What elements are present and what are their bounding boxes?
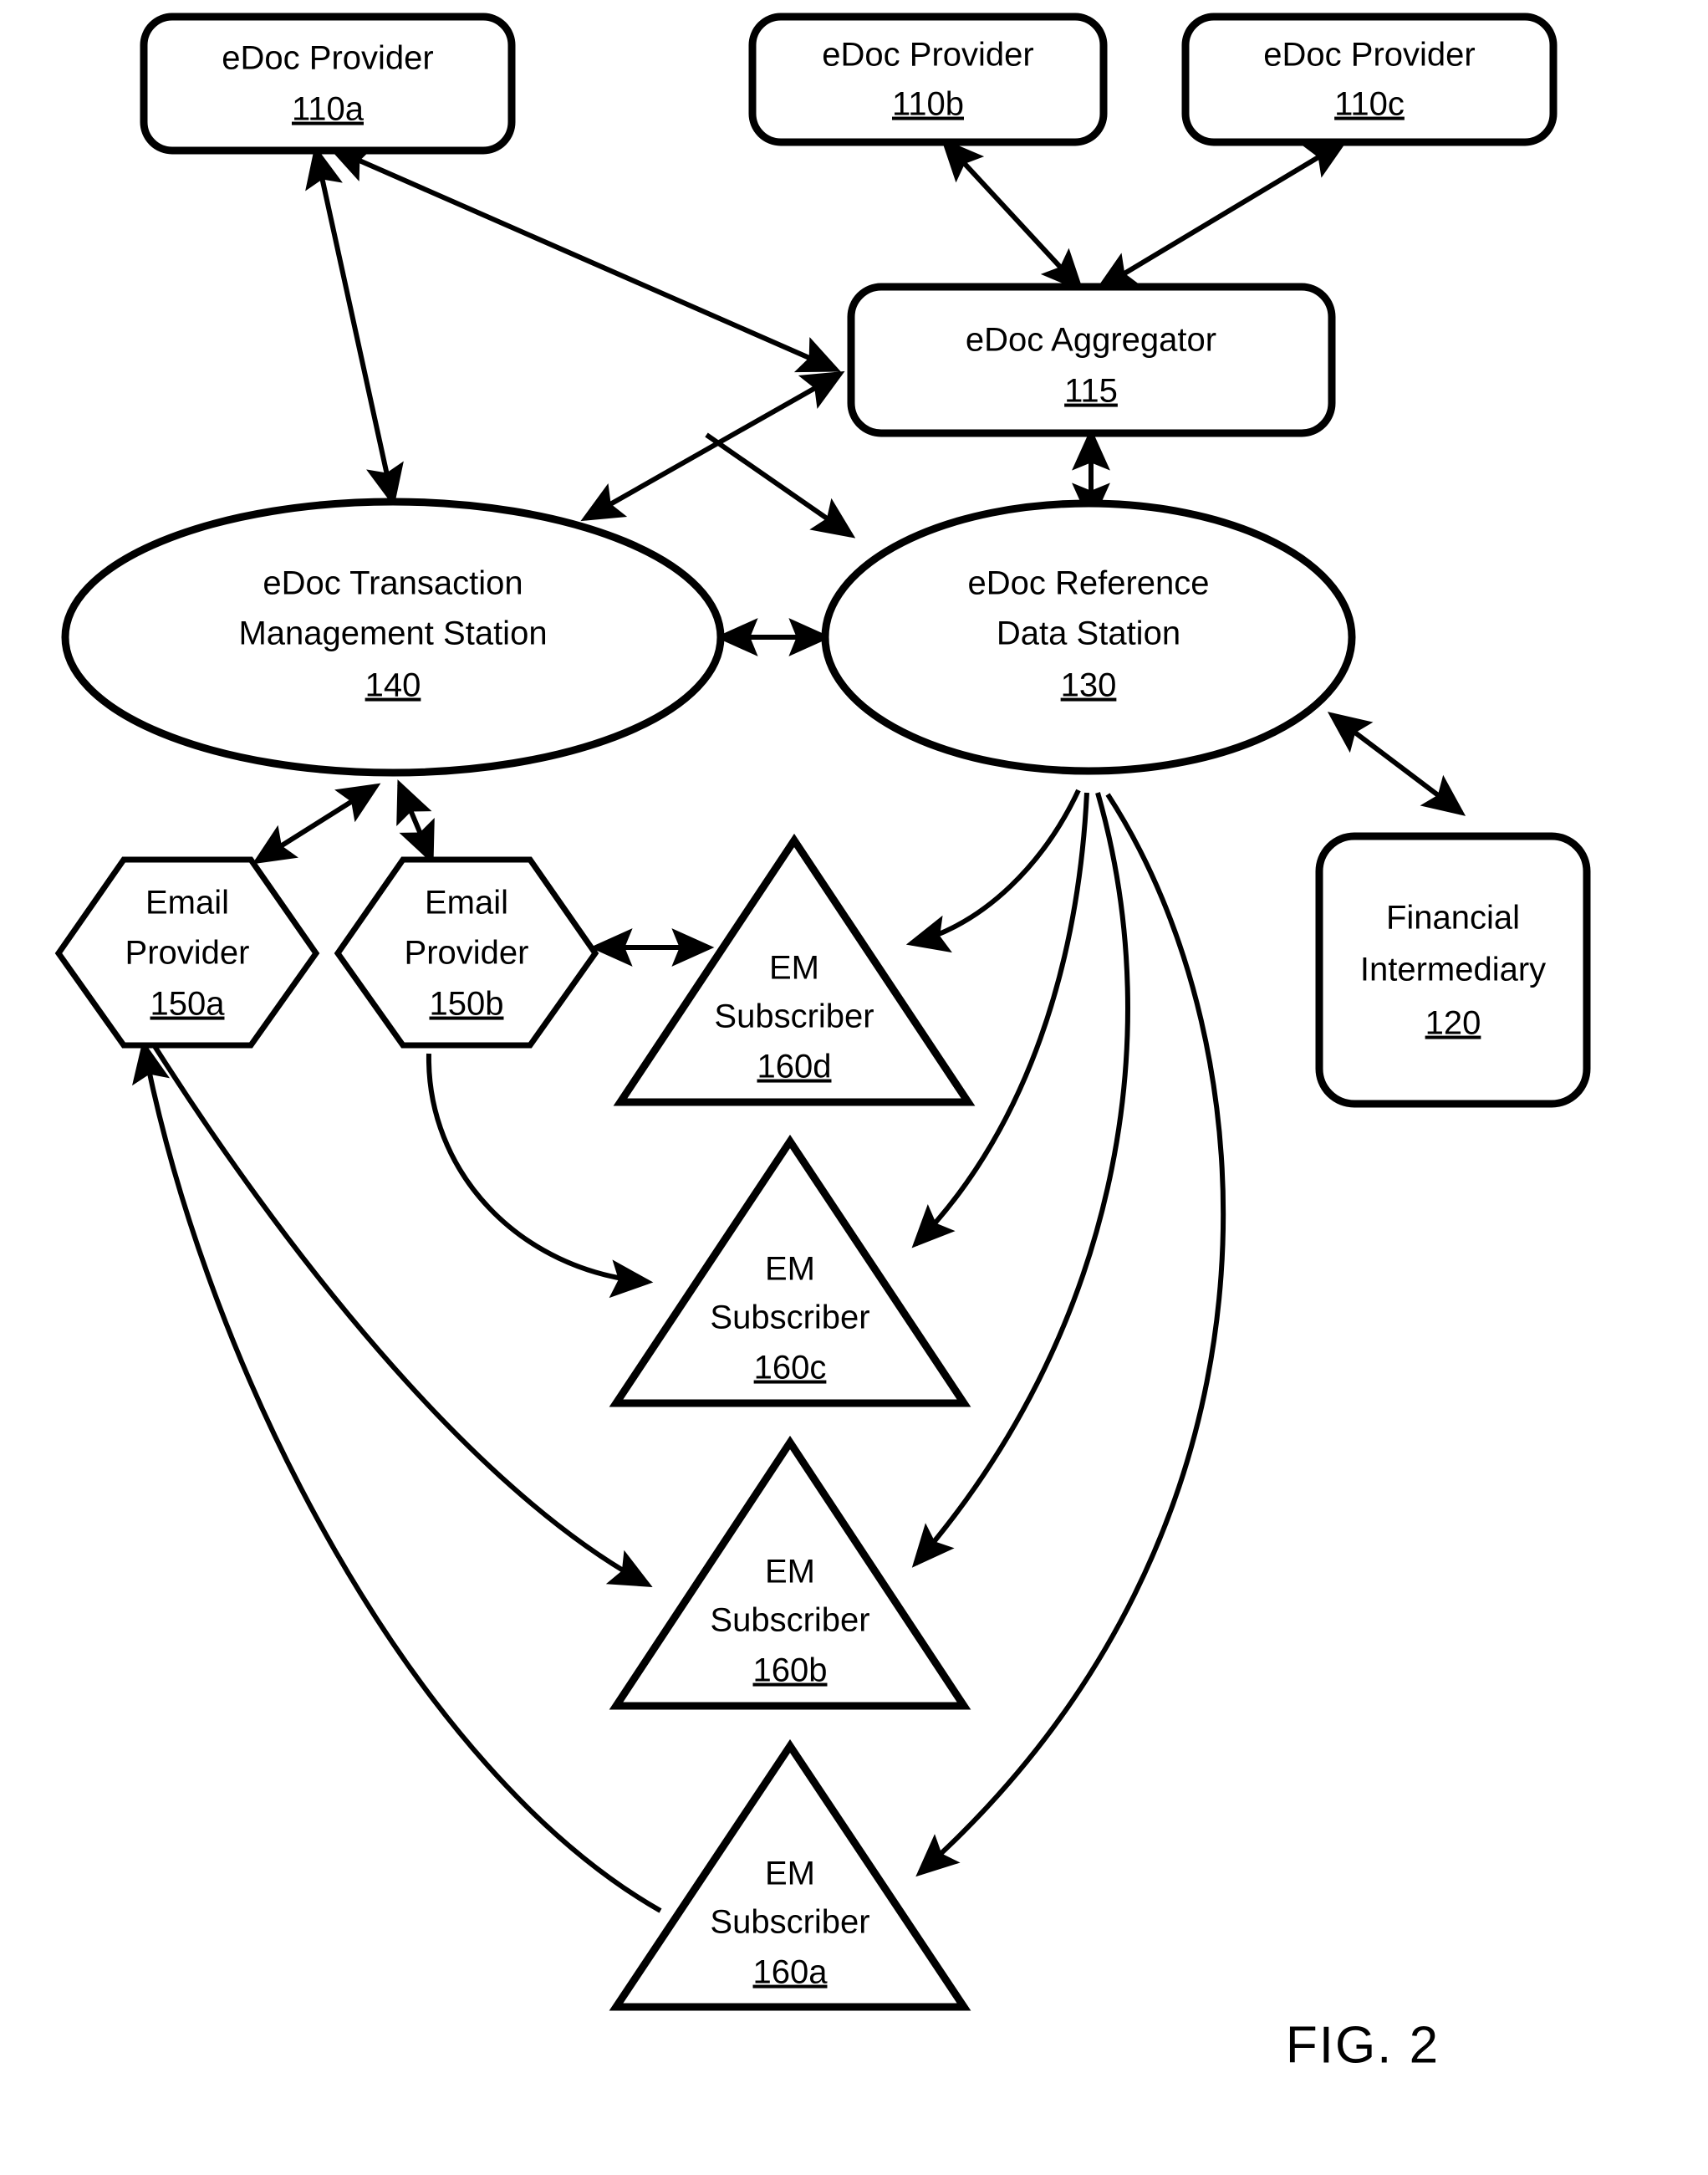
connection-aggregator-transaction-station	[580, 370, 845, 522]
subscriber-b-ref: 160b	[753, 1652, 828, 1689]
email-provider-b-ref: 150b	[430, 986, 504, 1023]
aggregator-box	[847, 283, 1336, 437]
provider-c-ref: 110c	[1334, 86, 1405, 123]
provider-c-box	[1181, 13, 1558, 146]
node-em-subscriber-160b[interactable]: EM Subscriber 160b	[609, 1435, 971, 1710]
connection-reference-subscriber-a	[915, 793, 1226, 1877]
transaction-station-ref: 140	[365, 667, 421, 704]
connection-aggregator-reference-cross	[705, 432, 856, 539]
node-edoc-provider-110b[interactable]: eDoc Provider 110b	[748, 13, 1108, 146]
subscriber-c-ref: 160c	[754, 1350, 827, 1386]
subscriber-b-label-1: EM	[765, 1554, 815, 1590]
subscriber-a-label-2: Subscriber	[710, 1904, 869, 1941]
connection-provider-a-transaction-station	[305, 145, 404, 508]
node-edoc-aggregator-115[interactable]: eDoc Aggregator 115	[847, 283, 1336, 437]
provider-a-box	[140, 13, 516, 155]
subscriber-c-label-2: Subscriber	[710, 1299, 869, 1336]
reference-station-label-1: eDoc Reference	[967, 565, 1209, 602]
figure-caption: FIG. 2	[1286, 2016, 1440, 2074]
subscriber-d-label-1: EM	[769, 950, 819, 987]
node-email-provider-150a[interactable]: Email Provider 150a	[54, 856, 320, 1049]
subscriber-d-label-2: Subscriber	[714, 998, 874, 1035]
provider-a-ref: 110a	[292, 91, 365, 128]
provider-a-label: eDoc Provider	[222, 40, 433, 77]
email-provider-b-label-2: Provider	[405, 935, 529, 972]
node-edoc-provider-110c[interactable]: eDoc Provider 110c	[1181, 13, 1558, 146]
connection-provider-a-aggregator	[328, 146, 841, 373]
node-email-provider-150b[interactable]: Email Provider 150b	[334, 856, 599, 1049]
node-em-subscriber-160a[interactable]: EM Subscriber 160a	[609, 1738, 971, 2011]
subscriber-a-label-1: EM	[765, 1856, 815, 1892]
connection-provider-c-aggregator	[1094, 139, 1349, 292]
aggregator-label: eDoc Aggregator	[966, 322, 1216, 359]
subscriber-b-label-2: Subscriber	[710, 1602, 869, 1639]
connection-reference-subscriber-c	[911, 792, 1089, 1248]
connection-reference-financial-intermediary	[1327, 712, 1466, 816]
subscriber-c-label-1: EM	[765, 1251, 815, 1288]
node-em-subscriber-160d[interactable]: EM Subscriber 160d	[613, 833, 976, 1106]
transaction-station-label-2: Management Station	[238, 615, 547, 652]
email-provider-a-label-2: Provider	[125, 935, 250, 972]
connection-provider-b-aggregator	[941, 138, 1084, 293]
provider-b-ref: 110b	[892, 86, 964, 123]
email-provider-b-label-1: Email	[425, 885, 508, 922]
node-financial-intermediary-120[interactable]: Financial Intermediary 120	[1315, 832, 1591, 1108]
financial-intermediary-ref: 120	[1425, 1005, 1481, 1042]
connection-reference-subscriber-b	[911, 792, 1130, 1568]
node-edoc-provider-110a[interactable]: eDoc Provider 110a	[140, 13, 516, 155]
transaction-station-label-1: eDoc Transaction	[263, 565, 523, 602]
connection-email-provider-b-subscriber-c	[426, 1053, 654, 1299]
email-provider-a-ref: 150a	[150, 986, 226, 1023]
connection-reference-subscriber-d	[905, 789, 1081, 953]
connection-subscriber-a-email-provider-a	[132, 1039, 662, 1913]
financial-intermediary-label-2: Intermediary	[1360, 952, 1546, 988]
connection-transaction-email-provider-b	[396, 779, 435, 865]
provider-b-box	[748, 13, 1108, 146]
email-provider-a-label-1: Email	[145, 885, 229, 922]
connection-email-provider-a-subscriber-b	[150, 1042, 653, 1588]
provider-c-label: eDoc Provider	[1263, 37, 1475, 74]
connection-transaction-email-provider-a	[252, 783, 381, 865]
financial-intermediary-label-1: Financial	[1386, 900, 1520, 937]
provider-b-label: eDoc Provider	[822, 37, 1033, 74]
reference-station-ref: 130	[1061, 667, 1117, 704]
node-transaction-management-station-140[interactable]: eDoc Transaction Management Station 140	[61, 498, 725, 777]
node-em-subscriber-160c[interactable]: EM Subscriber 160c	[609, 1134, 971, 1407]
reference-station-label-2: Data Station	[997, 615, 1180, 652]
node-reference-data-station-130[interactable]: eDoc Reference Data Station 130	[821, 499, 1356, 775]
subscriber-a-ref: 160a	[753, 1954, 829, 1991]
patent-figure-2: eDoc Provider 110a eDoc Provider 110b eD…	[0, 0, 1708, 2175]
aggregator-ref: 115	[1064, 373, 1118, 410]
diagram-canvas: eDoc Provider 110a eDoc Provider 110b eD…	[54, 13, 1591, 2074]
subscriber-d-ref: 160d	[757, 1049, 832, 1085]
